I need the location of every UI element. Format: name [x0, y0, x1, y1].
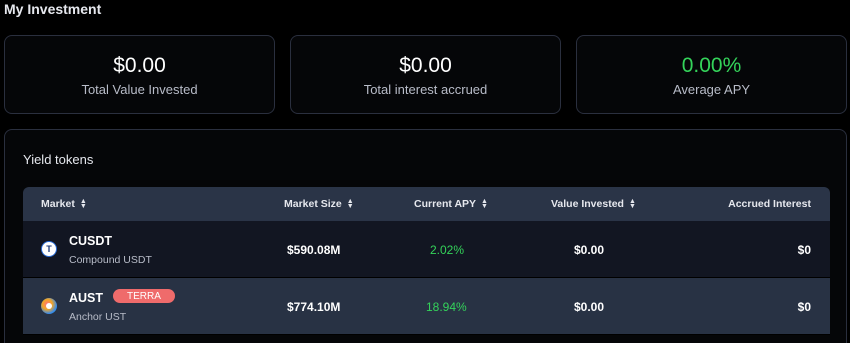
sort-icon: ▲ ▼ — [79, 198, 87, 210]
table-row[interactable]: AUST TERRA Anchor UST $774.10M 18.94% $0… — [23, 278, 830, 335]
network-tag-badge: TERRA — [113, 289, 175, 303]
sort-icon: ▲ ▼ — [346, 198, 354, 210]
accrued-interest-cell: $0 — [797, 299, 811, 314]
market-size-column-header[interactable]: Market Size ▲ ▼ — [284, 187, 354, 221]
current-apy-cell: 2.02% — [430, 242, 465, 257]
table-row[interactable]: T CUSDT Compound USDT $590.08M 2.02% $0.… — [23, 221, 830, 278]
yield-tokens-table: Market ▲ ▼ Market Size ▲ ▼ Current APY ▲ ▼ … — [23, 187, 830, 335]
market-size-cell: $774.10M — [287, 299, 341, 314]
current-apy-cell: 18.94% — [426, 299, 467, 314]
total-value-invested-value: $0.00 — [113, 53, 166, 77]
total-value-invested-card: $0.00 Total Value Invested — [4, 35, 275, 114]
yield-tokens-panel: Yield tokens Market ▲ ▼ Market Size ▲ ▼ Cu… — [4, 129, 847, 343]
market-size-cell: $590.08M — [287, 242, 341, 257]
token-symbol: AUST — [69, 291, 104, 305]
current-apy-column-header[interactable]: Current APY ▲ ▼ — [414, 187, 488, 221]
average-apy-card: 0.00% Average APY — [576, 35, 847, 114]
current-apy-column-label: Current APY — [414, 198, 477, 210]
accrued-interest-cell: $0 — [797, 242, 811, 257]
sort-icon: ▲ ▼ — [628, 198, 636, 210]
market-column-header[interactable]: Market ▲ ▼ — [41, 187, 87, 221]
usdt-icon: T — [41, 241, 57, 257]
sort-icon: ▲ ▼ — [481, 198, 488, 210]
value-invested-column-label: Value Invested — [551, 198, 624, 210]
total-value-invested-label: Total Value Invested — [81, 81, 198, 97]
total-interest-accrued-value: $0.00 — [399, 53, 452, 77]
token-symbol: CUSDT — [69, 234, 113, 248]
token-name: Compound USDT — [69, 254, 152, 266]
market-column-label: Market — [41, 198, 75, 210]
aust-icon — [41, 298, 57, 314]
token-name: Anchor UST — [69, 311, 127, 323]
accrued-interest-column-header: Accrued Interest — [728, 187, 811, 221]
page-title: My Investment — [4, 1, 102, 17]
table-header: Market ▲ ▼ Market Size ▲ ▼ Current APY ▲ ▼ … — [23, 187, 830, 221]
total-interest-accrued-label: Total interest accrued — [363, 81, 488, 97]
yield-tokens-title: Yield tokens — [23, 152, 94, 167]
accrued-interest-column-label: Accrued Interest — [728, 198, 811, 210]
value-invested-cell: $0.00 — [574, 299, 605, 314]
total-interest-accrued-card: $0.00 Total interest accrued — [290, 35, 561, 114]
market-size-column-label: Market Size — [284, 198, 342, 210]
value-invested-cell: $0.00 — [574, 242, 605, 257]
average-apy-label: Average APY — [672, 81, 751, 97]
value-invested-column-header[interactable]: Value Invested ▲ ▼ — [551, 187, 636, 221]
average-apy-value: 0.00% — [681, 53, 742, 77]
